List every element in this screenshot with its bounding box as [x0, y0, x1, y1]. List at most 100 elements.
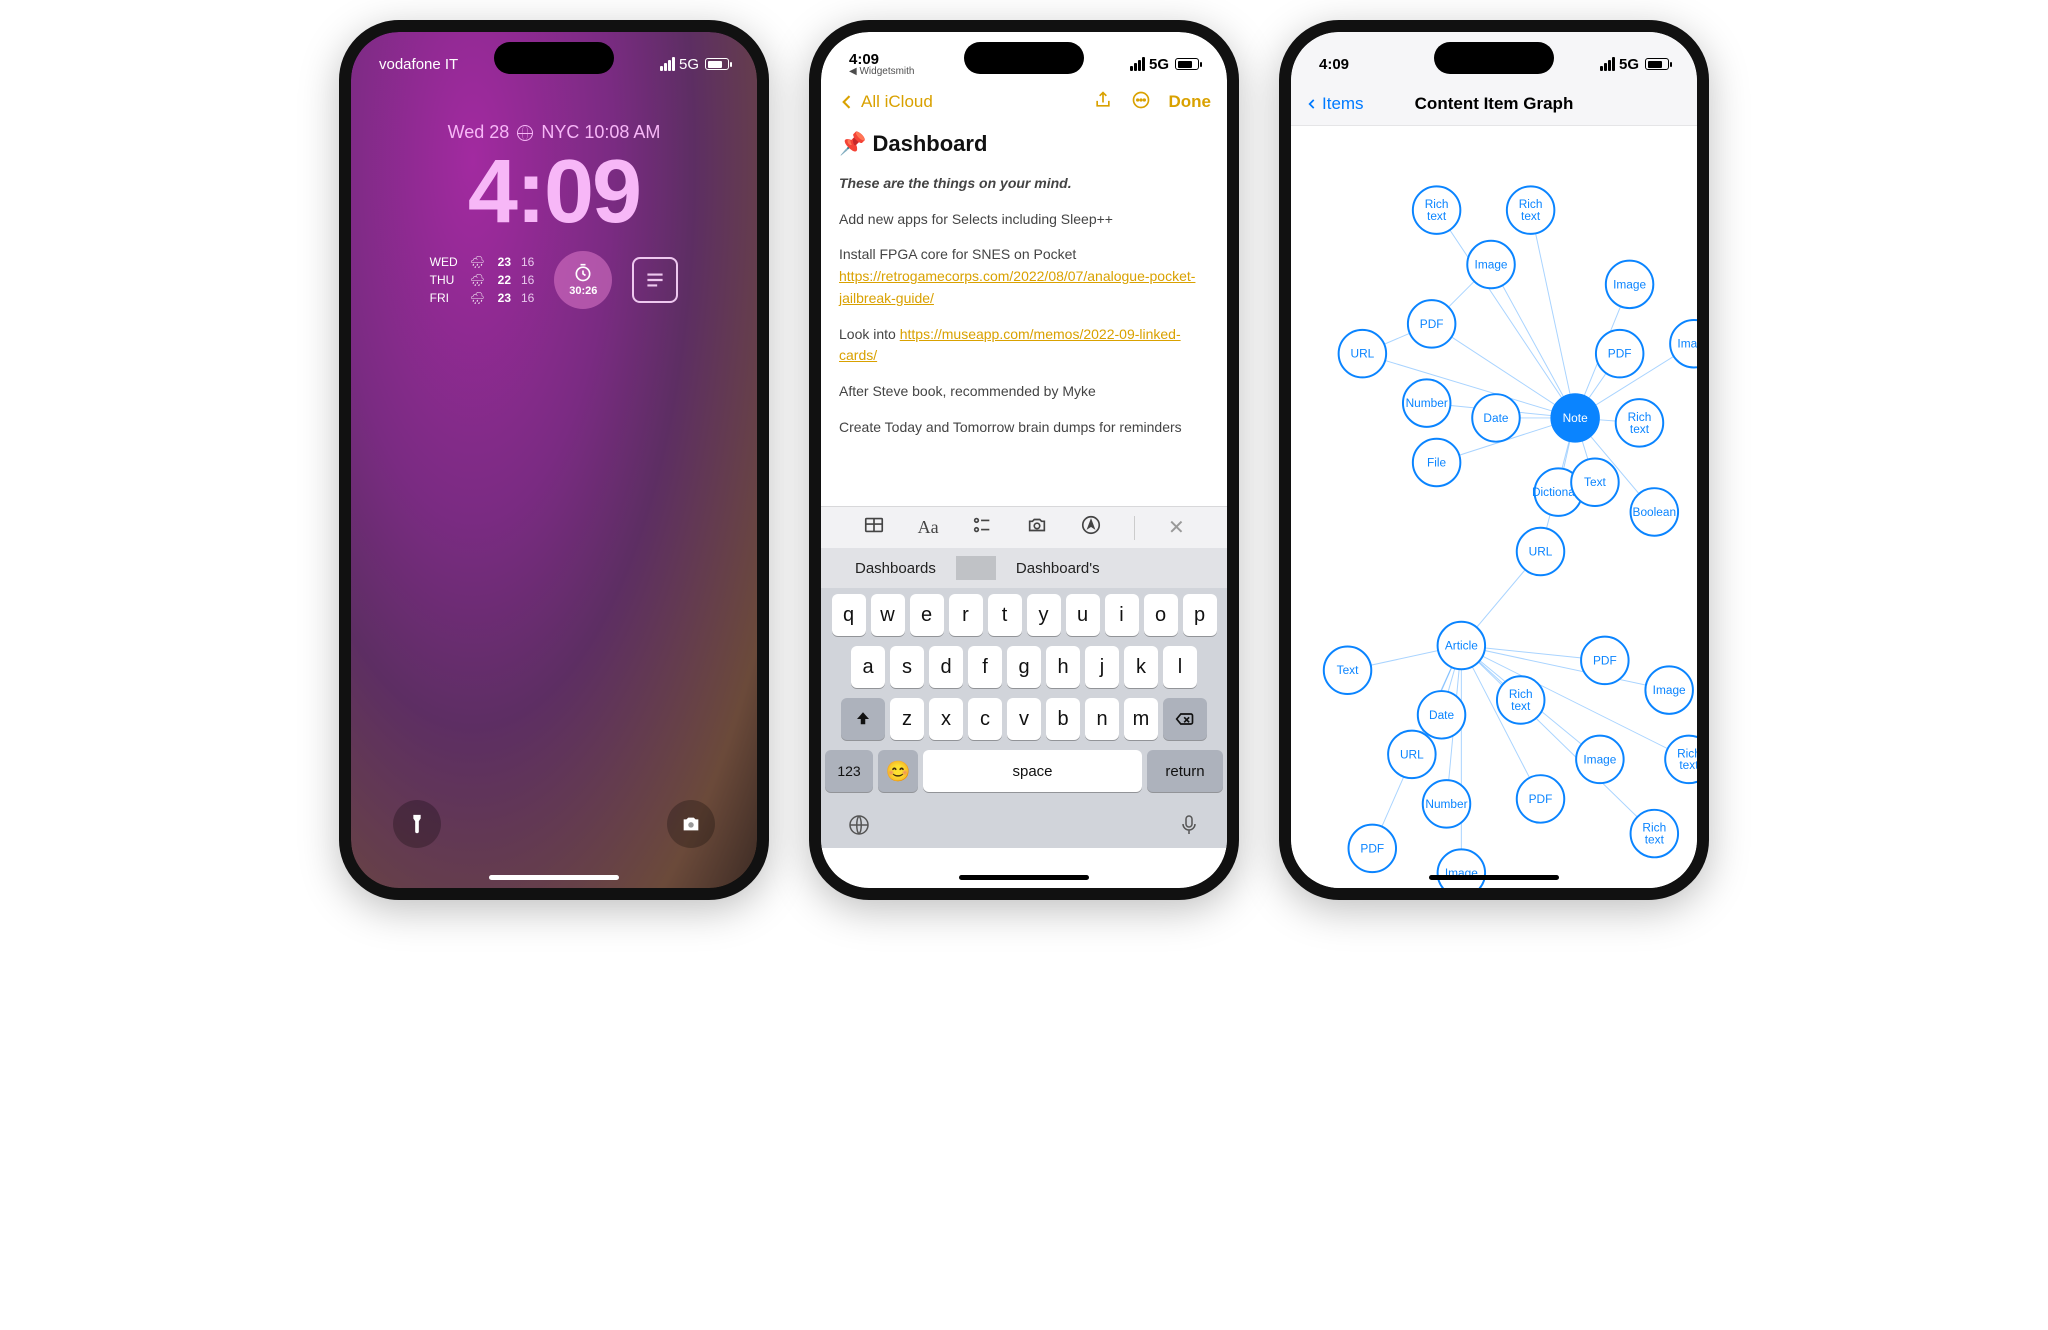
graph-node[interactable]: Richtext	[1616, 399, 1664, 447]
camera-button[interactable]	[667, 800, 715, 848]
graph-node[interactable]: Date	[1472, 394, 1520, 442]
dictation-key[interactable]	[1177, 813, 1201, 842]
graph-node[interactable]: Image	[1438, 849, 1486, 888]
key-i[interactable]: i	[1105, 594, 1139, 636]
emoji-key[interactable]: 😊	[878, 750, 918, 792]
graph-node[interactable]: Image	[1670, 320, 1697, 368]
key-j[interactable]: j	[1085, 646, 1119, 688]
key-q[interactable]: q	[832, 594, 866, 636]
home-indicator[interactable]	[1429, 875, 1559, 880]
timer-widget[interactable]: 30:26	[554, 251, 612, 309]
back-button[interactable]: Items	[1305, 94, 1364, 114]
phone-lockscreen: vodafone IT 5G Wed 28 NYC 10:08 AM 4:09 …	[339, 20, 769, 900]
key-n[interactable]: n	[1085, 698, 1119, 740]
rain-icon: 🌧	[470, 271, 488, 289]
markup-button[interactable]	[1080, 514, 1102, 541]
key-s[interactable]: s	[890, 646, 924, 688]
weather-widget[interactable]: WED🌧2316 THU🌧2216 FRI🌧2316	[430, 253, 535, 307]
graph-node[interactable]: Richtext	[1413, 186, 1461, 234]
graph-edge	[1437, 210, 1576, 418]
share-button[interactable]	[1093, 90, 1113, 115]
graph-node[interactable]: PDF	[1408, 300, 1456, 348]
home-indicator[interactable]	[489, 875, 619, 880]
notes-widget[interactable]	[632, 257, 678, 303]
key-y[interactable]: y	[1027, 594, 1061, 636]
flashlight-button[interactable]	[393, 800, 441, 848]
shift-key[interactable]	[841, 698, 885, 740]
graph-node[interactable]: URL	[1517, 528, 1565, 576]
return-key[interactable]: return	[1147, 750, 1223, 792]
graph-node[interactable]: Richtext	[1665, 736, 1697, 784]
key-d[interactable]: d	[929, 646, 963, 688]
checklist-button[interactable]	[971, 514, 993, 541]
graph-node[interactable]: Richtext	[1497, 676, 1545, 724]
graph-node[interactable]: Article	[1438, 622, 1486, 670]
key-k[interactable]: k	[1124, 646, 1158, 688]
graph-node[interactable]: PDF	[1581, 637, 1629, 685]
back-button[interactable]: All iCloud	[837, 92, 933, 112]
key-t[interactable]: t	[988, 594, 1022, 636]
note-editor[interactable]: 📌 Dashboard These are the things on your…	[821, 127, 1227, 508]
key-e[interactable]: e	[910, 594, 944, 636]
key-x[interactable]: x	[929, 698, 963, 740]
signal-icon	[1600, 57, 1615, 71]
graph-node[interactable]: Text	[1324, 647, 1372, 695]
key-f[interactable]: f	[968, 646, 1002, 688]
home-indicator[interactable]	[959, 875, 1089, 880]
graph-node[interactable]: Number	[1403, 379, 1451, 427]
graph-node[interactable]: Boolean	[1631, 488, 1679, 536]
close-format-button[interactable]: ✕	[1168, 515, 1185, 540]
graph-node[interactable]: Date	[1418, 691, 1466, 739]
delete-key[interactable]	[1163, 698, 1207, 740]
key-a[interactable]: a	[851, 646, 885, 688]
key-p[interactable]: p	[1183, 594, 1217, 636]
key-w[interactable]: w	[871, 594, 905, 636]
graph-node[interactable]: Image	[1467, 241, 1515, 289]
graph-node[interactable]: Image	[1645, 666, 1693, 714]
weather-lo: 16	[521, 289, 534, 307]
graph-node[interactable]: File	[1413, 439, 1461, 487]
graph-node[interactable]: Richtext	[1631, 810, 1679, 858]
graph-canvas[interactable]: RichtextRichtextImageImagePDFURLPDFImage…	[1291, 126, 1697, 888]
key-m[interactable]: m	[1124, 698, 1158, 740]
graph-node-label: Richtext	[1677, 746, 1697, 772]
suggestion[interactable]: Dashboard's	[996, 560, 1120, 577]
key-g[interactable]: g	[1007, 646, 1041, 688]
table-icon	[863, 514, 885, 536]
key-o[interactable]: o	[1144, 594, 1178, 636]
graph-node[interactable]: Image	[1576, 736, 1624, 784]
graph-node-label: Richtext	[1519, 197, 1543, 223]
graph-node[interactable]: Number	[1423, 780, 1471, 828]
globe-key[interactable]	[847, 813, 871, 842]
graph-node[interactable]: PDF	[1517, 775, 1565, 823]
key-c[interactable]: c	[968, 698, 1002, 740]
camera-insert-button[interactable]	[1026, 514, 1048, 541]
note-link[interactable]: https://retrogamecorps.com/2022/08/07/an…	[839, 268, 1195, 306]
key-u[interactable]: u	[1066, 594, 1100, 636]
space-key[interactable]: space	[923, 750, 1142, 792]
graph-node[interactable]: URL	[1339, 330, 1387, 378]
graph-node[interactable]: Image	[1606, 261, 1654, 309]
textstyle-button[interactable]: Aa	[918, 517, 939, 538]
graph-node[interactable]: Text	[1571, 459, 1619, 507]
note-paragraph: Create Today and Tomorrow brain dumps fo…	[839, 417, 1209, 439]
key-l[interactable]: l	[1163, 646, 1197, 688]
graph-node[interactable]: URL	[1388, 731, 1436, 779]
network-label: 5G	[679, 56, 699, 73]
breadcrumb-back[interactable]: ◀ Widgetsmith	[849, 66, 914, 77]
key-z[interactable]: z	[890, 698, 924, 740]
graph-node[interactable]: PDF	[1596, 330, 1644, 378]
suggestion[interactable]: Dashboards	[835, 560, 956, 577]
numbers-key[interactable]: 123	[825, 750, 873, 792]
key-r[interactable]: r	[949, 594, 983, 636]
graph-node[interactable]: Richtext	[1507, 186, 1555, 234]
more-button[interactable]	[1131, 90, 1151, 115]
table-button[interactable]	[863, 514, 885, 541]
graph-node[interactable]: PDF	[1349, 825, 1397, 873]
key-v[interactable]: v	[1007, 698, 1041, 740]
rain-icon: 🌧	[470, 289, 488, 307]
done-button[interactable]: Done	[1169, 92, 1212, 112]
graph-node[interactable]: Note	[1551, 394, 1599, 442]
key-h[interactable]: h	[1046, 646, 1080, 688]
key-b[interactable]: b	[1046, 698, 1080, 740]
